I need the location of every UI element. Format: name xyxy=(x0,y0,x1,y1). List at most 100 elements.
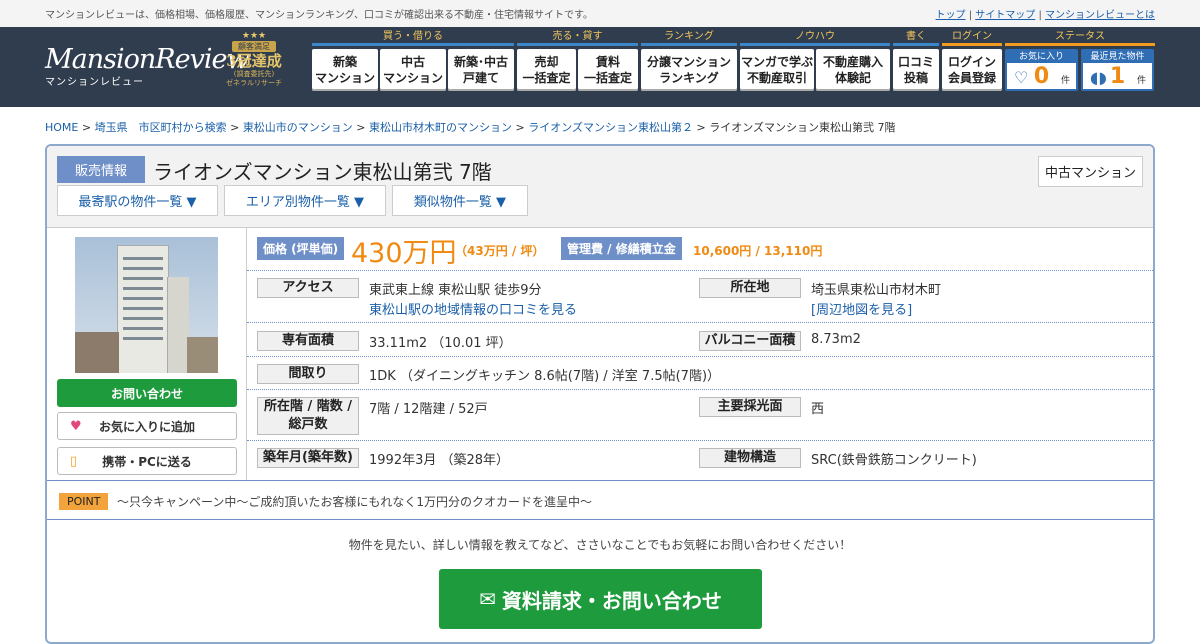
link-top[interactable]: トップ xyxy=(936,10,966,21)
favorites-label: お気に入り xyxy=(1007,51,1076,63)
nav-group-login: ログイン ログイン 会員登録 xyxy=(942,31,1002,91)
nav-group-ranking: ランキング 分譲マンション ランキング xyxy=(641,31,737,91)
nav-group-label: ランキング xyxy=(641,31,737,46)
nav-group-label: ステータス xyxy=(1005,31,1155,46)
price-per-tsubo: （43万円 / 坪） xyxy=(455,244,545,258)
inquiry-button[interactable]: お問い合わせ xyxy=(57,379,237,407)
recent-unit: 件 xyxy=(1136,76,1146,86)
light-value: 西 xyxy=(811,402,825,417)
breadcrumb-pref[interactable]: 埼玉県 市区町村から検索 xyxy=(95,121,227,134)
send-to-mobile-button[interactable]: ▯ 携帯・PCに送る xyxy=(57,447,237,475)
badge-stars: ★★★ xyxy=(241,31,267,41)
built-value: 1992年3月 （築28年） xyxy=(369,453,510,468)
map-link[interactable]: [周辺地図を見る] xyxy=(811,299,912,318)
nav-used-mansion[interactable]: 中古 マンション xyxy=(380,49,446,91)
price-value: 430万円 xyxy=(351,238,457,269)
recent-label: 最近見た物件 xyxy=(1083,51,1152,63)
nav-ranking[interactable]: 分譲マンション ランキング xyxy=(641,49,737,91)
balcony-label: バルコニー面積 xyxy=(699,331,801,351)
add-favorite-button[interactable]: ♥ お気に入りに追加 xyxy=(57,412,237,440)
area-dropdown[interactable]: エリア別物件一覧 ▼ xyxy=(224,185,386,216)
favorites-counter[interactable]: お気に入り ♡ 0 件 xyxy=(1005,49,1078,91)
floor-label: 所在階 / 階数 / 総戸数 xyxy=(257,397,359,435)
nav-manga[interactable]: マンガで学ぶ 不動産取引 xyxy=(740,49,814,91)
property-type: 中古マンション xyxy=(1037,156,1143,187)
badge-line4: ゼネラルリサーチ xyxy=(226,79,282,87)
breadcrumb-city[interactable]: 東松山市のマンション xyxy=(243,121,353,134)
breadcrumb-building[interactable]: ライオンズマンション東松山第２ xyxy=(528,121,693,134)
link-sitemap[interactable]: サイトマップ xyxy=(975,10,1035,21)
inquiry-button-label: お問い合わせ xyxy=(110,386,183,401)
light-label: 主要採光面 xyxy=(699,397,801,417)
area-value: 33.11m2 （10.01 坪） xyxy=(369,336,512,351)
request-info-button[interactable]: ✉ 資料請求・お問い合わせ xyxy=(439,569,762,629)
nav-experience[interactable]: 不動産購入 体験記 xyxy=(816,49,890,91)
nav-group-label: ノウハウ xyxy=(740,31,890,46)
left-column: お問い合わせ ♥ お気に入りに追加 ▯ 携帯・PCに送る xyxy=(47,228,247,480)
badge-line1: 顧客満足 xyxy=(232,41,276,52)
link-about[interactable]: マンションレビューとは xyxy=(1045,10,1155,21)
address-value: 埼玉県東松山市材木町 xyxy=(811,283,942,298)
nav-house[interactable]: 新築･中古 戸建て xyxy=(448,49,514,91)
breadcrumb-current: ライオンズマンション東松山第弐 7階 xyxy=(709,121,896,134)
property-photo[interactable] xyxy=(75,237,218,373)
access-row: アクセス 東武東上線 東松山駅 徒歩9分 東松山駅の地域情報の口コミを見る 所在… xyxy=(247,271,1153,323)
nav-group-label: ログイン xyxy=(942,31,1002,46)
structure-value: SRC(鉄骨鉄筋コンクリート) xyxy=(811,453,977,468)
header: MansionReview マンションレビュー ★★★ 顧客満足 3冠達成 (調… xyxy=(0,27,1200,107)
listing-header: 販売情報 ライオンズマンション東松山第弐 7階 中古マンション 最寄駅の物件一覧… xyxy=(47,146,1153,228)
nav-post-review[interactable]: 口コミ 投稿 xyxy=(893,49,939,91)
built-row: 築年月(築年数) 1992年3月 （築28年） 建物構造 SRC(鉄骨鉄筋コンク… xyxy=(247,441,1153,479)
management-fee-label: 管理費 / 修繕積立金 xyxy=(561,237,682,260)
breadcrumb: HOME > 埼玉県 市区町村から検索 > 東松山市のマンション > 東松山市材… xyxy=(45,121,896,134)
breadcrumb-town[interactable]: 東松山市材木町のマンション xyxy=(369,121,512,134)
station-review-link[interactable]: 東松山駅の地域情報の口コミを見る xyxy=(369,299,577,318)
nav-group-label: 売る・貸す xyxy=(517,31,638,46)
nav-login[interactable]: ログイン 会員登録 xyxy=(942,49,1002,91)
nav-group-knowhow: ノウハウ マンガで学ぶ 不動産取引 不動産購入 体験記 xyxy=(740,31,890,91)
top-links: トップ | サイトマップ | マンションレビューとは xyxy=(935,10,1155,21)
price-label: 価格 (坪単価) xyxy=(257,237,345,260)
similar-dropdown[interactable]: 類似物件一覧 ▼ xyxy=(392,185,528,216)
access-label: アクセス xyxy=(257,278,359,298)
balcony-value: 8.73m2 xyxy=(811,332,861,347)
nav-new-mansion[interactable]: 新築 マンション xyxy=(312,49,378,91)
price-row: 価格 (坪単価) 430万円 （43万円 / 坪） 管理費 / 修繕積立金 10… xyxy=(247,228,1153,271)
nav-group-buy: 買う・借りる 新築 マンション 中古 マンション 新築･中古 戸建て xyxy=(312,31,514,91)
layout-value: 1DK （ダイニングキッチン 8.6帖(7階) / 洋室 7.5帖(7階)） xyxy=(369,369,721,384)
built-label: 築年月(築年数) xyxy=(257,448,359,468)
structure-label: 建物構造 xyxy=(699,448,801,468)
site-tagline: マンションレビューは、価格相場、価格履歴、マンションランキング、口コミが確認出来… xyxy=(45,10,593,21)
floor-value: 7階 / 12階建 / 52戸 xyxy=(369,402,488,417)
badge-line3: (調査委託先) xyxy=(233,70,275,78)
nav-group-write: 書く 口コミ 投稿 xyxy=(893,31,939,91)
nav-group-status: ステータス お気に入り ♡ 0 件 最近見た物件 ◖◗ 1 件 xyxy=(1005,31,1155,91)
area-label: 専有面積 xyxy=(257,331,359,351)
send-to-mobile-label: 携帯・PCに送る xyxy=(102,454,192,469)
inquiry-text: 物件を見たい、詳しい情報を教えてなど、ささいなことでもお気軽にお問い合わせくださ… xyxy=(348,538,852,552)
point-text: ～只今キャンペーン中～ご成約頂いたお客様にもれなく1万円分のクオカードを進呈中～ xyxy=(117,495,593,509)
favorites-unit: 件 xyxy=(1060,76,1070,86)
nav-sale-assessment[interactable]: 売却 一括査定 xyxy=(517,49,576,91)
top-bar: マンションレビューは、価格相場、価格履歴、マンションランキング、口コミが確認出来… xyxy=(0,0,1200,27)
layout-row: 間取り 1DK （ダイニングキッチン 8.6帖(7階) / 洋室 7.5帖(7階… xyxy=(247,357,1153,390)
layout-label: 間取り xyxy=(257,364,359,384)
detail-rows: 価格 (坪単価) 430万円 （43万円 / 坪） 管理費 / 修繕積立金 10… xyxy=(247,228,1153,479)
access-value: 東武東上線 東松山駅 徒歩9分 xyxy=(369,283,542,298)
floor-row: 所在階 / 階数 / 総戸数 7階 / 12階建 / 52戸 主要採光面 西 xyxy=(247,390,1153,441)
nav-rent-assessment[interactable]: 賃料 一括査定 xyxy=(578,49,638,91)
recent-counter[interactable]: 最近見た物件 ◖◗ 1 件 xyxy=(1081,49,1154,91)
point-banner: POINT ～只今キャンペーン中～ご成約頂いたお客様にもれなく1万円分のクオカー… xyxy=(47,480,1153,520)
nav-group-sell: 売る・貸す 売却 一括査定 賃料 一括査定 xyxy=(517,31,638,91)
nearest-station-dropdown[interactable]: 最寄駅の物件一覧 ▼ xyxy=(57,185,218,216)
request-info-label: 資料請求・お問い合わせ xyxy=(501,588,722,613)
heart-icon: ♥ xyxy=(70,418,82,434)
badge-line2: 3冠達成 xyxy=(226,52,282,70)
nav-group-label: 買う・借りる xyxy=(312,31,514,46)
listing-card: 販売情報 ライオンズマンション東松山第弐 7階 中古マンション 最寄駅の物件一覧… xyxy=(45,144,1155,644)
area-row: 専有面積 33.11m2 （10.01 坪） バルコニー面積 8.73m2 xyxy=(247,323,1153,357)
management-fee-value: 10,600円 / 13,110円 xyxy=(693,244,823,258)
nav-group-label: 書く xyxy=(893,31,939,46)
listing-title: ライオンズマンション東松山第弐 7階 xyxy=(153,160,492,184)
breadcrumb-home[interactable]: HOME xyxy=(45,121,78,134)
